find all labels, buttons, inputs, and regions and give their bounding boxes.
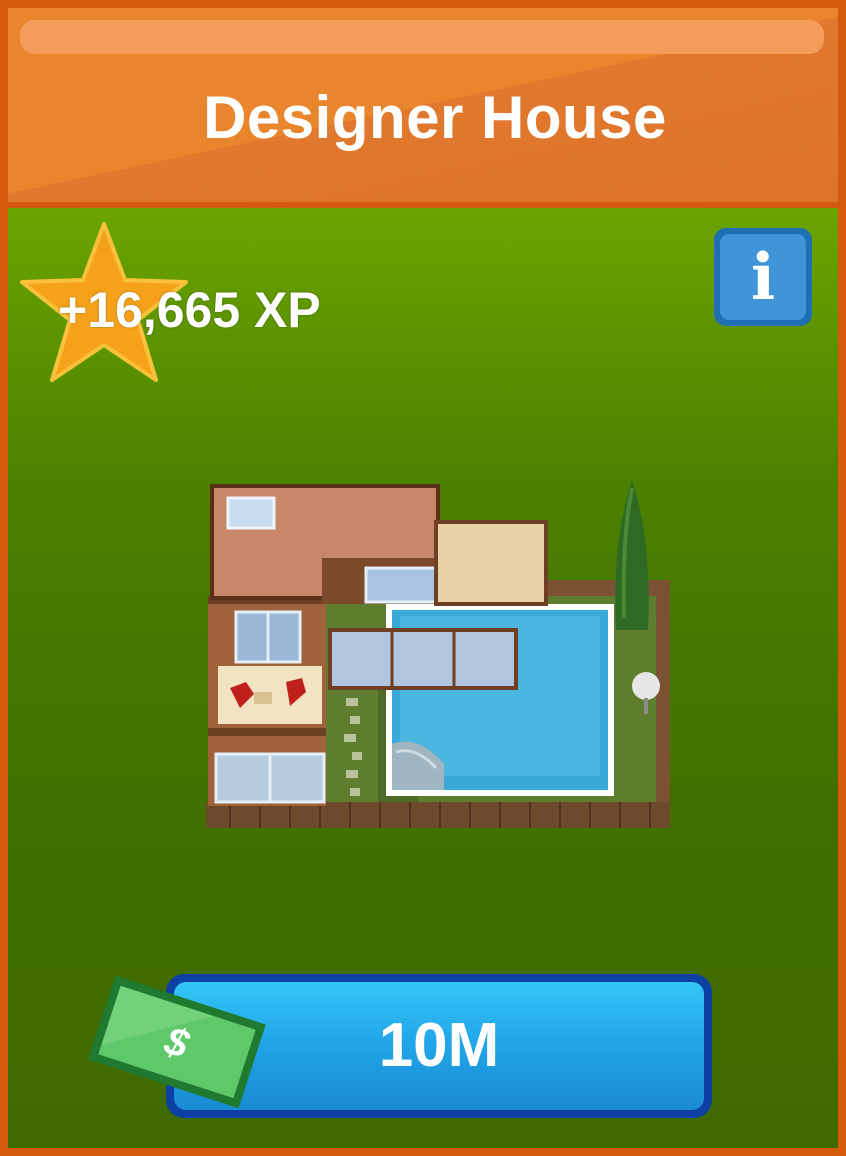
- cash-bill-icon: $: [88, 976, 266, 1108]
- info-icon: i: [750, 240, 776, 315]
- info-button-face: i: [720, 234, 806, 320]
- info-button[interactable]: i: [714, 228, 812, 326]
- xp-reward-label: +16,665 XP: [58, 282, 321, 338]
- building-title: Designer House: [203, 84, 667, 151]
- designer-house-image: [206, 480, 670, 828]
- header-shine: [20, 20, 824, 54]
- building-card: Designer House +16,665 XP i 10M $: [0, 0, 846, 1156]
